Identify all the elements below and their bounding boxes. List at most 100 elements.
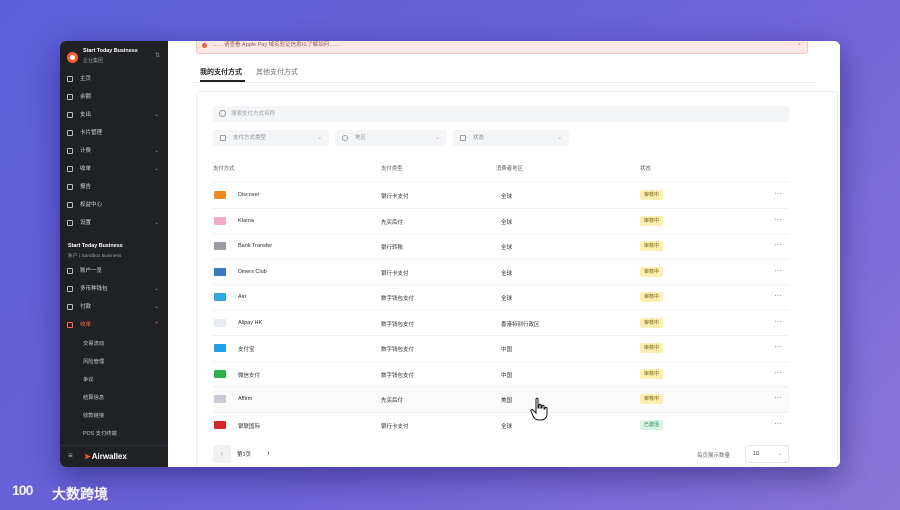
sidebar-subitem-0[interactable]: 交易流动 (83, 339, 104, 347)
chevron-down-icon: ⌄ (435, 135, 440, 141)
tab-divider (192, 82, 816, 83)
consumer-region: 全球 (501, 423, 513, 430)
payment-method-name: Airi (238, 294, 246, 300)
sidebar-item-main-0[interactable]: 主页 (60, 72, 168, 86)
payment-logo-icon (214, 344, 226, 352)
sidebar-subitem-3[interactable]: 结算信息 (83, 393, 104, 401)
filter-label: 状态 (473, 135, 485, 141)
more-actions-icon[interactable]: ··· (774, 368, 782, 377)
more-actions-icon[interactable]: ··· (774, 317, 782, 326)
main-content: ……请查看 Apple Pay 域名验证信息以了解如何…… × 我的支付方式 其… (168, 41, 840, 467)
table-header: 支付方式 支付类型 消费者地区 状态 (213, 164, 789, 178)
sidebar-item-main-8[interactable]: 设置 ⌄ (60, 216, 168, 230)
sidebar-item-acct-0[interactable]: 账户一览 (60, 264, 168, 278)
filter-payment-type[interactable]: 支付方式类型 ⌄ (213, 130, 329, 146)
table-row[interactable]: 银联国际 银行卡支付 全球 已激活 ··· (213, 411, 789, 438)
sidebar-item-acct-1[interactable]: 多币种钱包 ⌄ (60, 282, 168, 296)
workspace-name: Start Today Business (83, 48, 138, 54)
sidebar-item-main-4[interactable]: 计费 ⌄ (60, 144, 168, 158)
sidebar-item-acct-3[interactable]: 收单 ⌃ (60, 318, 168, 332)
sidebar: Start Today Business 企业集团 ⇅ 主页余额支出 ⌄ 卡片管理计… (60, 41, 168, 467)
more-actions-icon[interactable]: ··· (774, 342, 782, 351)
sidebar-subitem-2[interactable]: 争议 (83, 375, 94, 383)
sidebar-item-acct-2[interactable]: 付款 ⌄ (60, 300, 168, 314)
table-row[interactable]: Alipay HK 数字钱包支付 香港特别行政区 审核中 ··· (213, 309, 789, 336)
workspace-switcher[interactable]: Start Today Business 企业集团 ⇅ (66, 47, 162, 69)
sidebar-item-main-1[interactable]: 余额 (60, 90, 168, 104)
page-label: 第1页 (237, 452, 252, 458)
table-row[interactable]: Klarna 先买后付 全球 审核中 ··· (213, 207, 789, 234)
consumer-region: 中国 (501, 372, 513, 379)
hand-cursor-icon (530, 397, 548, 421)
menu-icon[interactable]: ≡ (68, 451, 73, 460)
chevron-icon: ⌄ (153, 148, 159, 154)
filter-region[interactable]: 地区 ⌄ (335, 130, 447, 146)
close-icon[interactable]: × (798, 41, 801, 53)
table-row[interactable]: Discover 银行卡支付 全球 审核中 ··· (213, 182, 789, 208)
consumer-region: 美国 (501, 398, 513, 404)
table-row[interactable]: 支付宝 数字钱包支付 中国 审核中 ··· (213, 335, 789, 361)
prev-page-button[interactable]: ‹ (213, 445, 231, 463)
transfer-icon (67, 304, 73, 310)
table-row[interactable]: 微信支付 数字钱包支付 中国 审核中 ··· (213, 360, 789, 387)
sidebar-item-label: 卡片管理 (80, 130, 103, 136)
search-input[interactable] (231, 108, 771, 120)
sidebar-item-label: 收单 (80, 166, 92, 172)
more-actions-icon[interactable]: ··· (774, 291, 782, 300)
table-row[interactable]: Diners Club 银行卡支付 全球 审核中 ··· (213, 258, 789, 285)
next-page-button[interactable]: › (267, 448, 270, 457)
more-actions-icon[interactable]: ··· (774, 215, 782, 224)
sidebar-item-main-7[interactable]: 权益中心 (60, 198, 168, 212)
status-badge: 审核中 (640, 266, 664, 277)
folder-icon (460, 135, 466, 141)
chevron-icon: ⌄ (153, 286, 159, 292)
more-actions-icon[interactable]: ··· (774, 266, 782, 275)
more-actions-icon[interactable]: ··· (774, 393, 782, 402)
payment-method-name: 支付宝 (238, 347, 255, 353)
cart-icon (67, 322, 73, 328)
consumer-region: 全球 (501, 296, 513, 302)
watermark-logo: 100 (12, 482, 33, 498)
sidebar-item-main-5[interactable]: 收单 ⌄ (60, 162, 168, 176)
status-badge: 审核中 (640, 215, 664, 226)
workspace-type: 企业集团 (83, 58, 104, 64)
per-page-select[interactable]: 10 ⌄ (745, 445, 789, 463)
payment-method-name: Discover (238, 192, 260, 198)
alert-text: ……请查看 Apple Pay 域名验证信息以了解如何…… (213, 42, 341, 48)
consumer-region: 香港特别行政区 (501, 321, 540, 328)
header-status: 状态 (640, 166, 651, 172)
more-actions-icon[interactable]: ··· (774, 189, 782, 198)
sidebar-subitem-5[interactable]: POS 支付终端 (83, 429, 117, 437)
consumer-region: 全球 (501, 194, 513, 200)
sidebar-subitem-1[interactable]: 风险管理 (83, 357, 104, 365)
payment-logo-icon (214, 191, 226, 199)
header-consumer-region: 消费者地区 (496, 166, 523, 172)
status-badge: 已激活 (640, 419, 664, 430)
payment-logo-icon (214, 318, 226, 327)
wallet-icon (67, 286, 73, 292)
payment-logo-icon (214, 369, 226, 378)
list-icon (67, 268, 73, 274)
airwallex-mark-icon: ➤ (84, 452, 91, 461)
chevron-down-icon: ⌄ (777, 451, 782, 457)
sidebar-item-main-2[interactable]: 支出 ⌄ (60, 108, 168, 122)
table-row[interactable]: Airi 数字钱包支付 全球 审核中 ··· (213, 284, 789, 310)
payment-type: 数字钱包支付 (381, 321, 415, 328)
payment-logo-icon (214, 395, 226, 403)
payment-method-name: 微信支付 (238, 372, 261, 379)
tab-other-payment-methods[interactable]: 其他支付方式 (256, 67, 298, 77)
sidebar-item-label: 计费 (80, 148, 92, 154)
payment-methods-card: 支付方式类型 ⌄ 地区 ⌄ 状态 ⌄ 支付方式 支付类型 消费者地区 状态 Di… (196, 91, 838, 467)
more-actions-icon[interactable]: ··· (774, 419, 782, 428)
filter-status[interactable]: 状态 ⌄ (453, 130, 569, 146)
sidebar-item-main-6[interactable]: 报告 (60, 180, 168, 194)
table-row[interactable]: Bank Transfer 银行转账 全球 审核中 ··· (213, 233, 789, 259)
gear-icon (67, 220, 73, 226)
more-actions-icon[interactable]: ··· (774, 240, 782, 249)
sidebar-item-label: 付款 (80, 304, 92, 310)
sidebar-item-main-3[interactable]: 卡片管理 (60, 126, 168, 140)
tab-my-payment-methods[interactable]: 我的支付方式 (200, 67, 242, 77)
payment-type: 银行卡支付 (381, 194, 409, 200)
sidebar-subitem-4[interactable]: 收款链接 (83, 411, 104, 419)
table-row[interactable]: Affirm 先买后付 美国 审核中 ··· (213, 386, 789, 412)
